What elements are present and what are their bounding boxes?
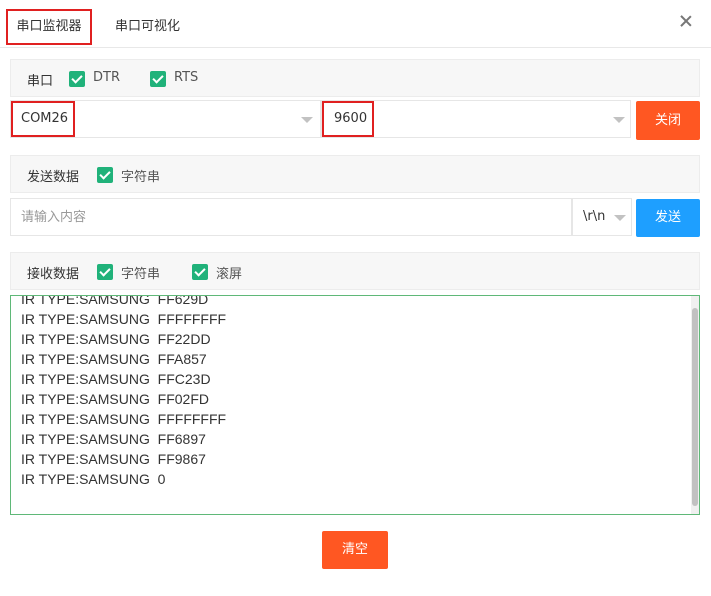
scroll-checkbox[interactable]: [192, 264, 208, 280]
clear-button[interactable]: 清空: [322, 531, 388, 569]
scroll-label: 滚屏: [216, 267, 243, 282]
receive-line: IR TYPE:SAMSUNG FF629D: [21, 295, 209, 307]
baud-highlight: [322, 101, 374, 137]
send-title: 发送数据: [27, 170, 80, 185]
receive-line: IR TYPE:SAMSUNG FFFFFFFF: [21, 311, 227, 327]
line-ending-value: \r\n: [583, 209, 606, 224]
chevron-down-icon: [301, 117, 313, 123]
dtr-label: DTR: [93, 70, 120, 85]
send-input[interactable]: [10, 198, 572, 236]
line-ending-select[interactable]: \r\n: [572, 198, 632, 236]
close-port-button[interactable]: 关闭: [636, 101, 700, 140]
receive-line: IR TYPE:SAMSUNG FF6897: [21, 431, 206, 447]
receive-line: IR TYPE:SAMSUNG 0: [21, 471, 166, 487]
receive-line: IR TYPE:SAMSUNG FF22DD: [21, 331, 211, 347]
serial-title: 串口: [27, 74, 54, 89]
receive-line: IR TYPE:SAMSUNG FFA857: [21, 351, 207, 367]
port-highlight: [11, 101, 75, 137]
receive-title: 接收数据: [27, 267, 80, 282]
receive-line: IR TYPE:SAMSUNG FFC23D: [21, 371, 211, 387]
chevron-down-icon: [613, 117, 625, 123]
receive-line: IR TYPE:SAMSUNG FF02FD: [21, 391, 209, 407]
chevron-down-icon: [614, 215, 626, 221]
send-button[interactable]: 发送: [636, 199, 700, 237]
serial-header: 串口 DTR RTS: [10, 59, 700, 97]
dtr-checkbox[interactable]: [69, 71, 85, 87]
send-header: 发送数据 字符串: [10, 155, 700, 193]
scrollbar-thumb[interactable]: [692, 308, 698, 506]
rts-label: RTS: [174, 70, 199, 85]
send-string-checkbox[interactable]: [97, 167, 113, 183]
receive-line: IR TYPE:SAMSUNG FF9867: [21, 451, 206, 467]
close-icon[interactable]: [679, 14, 693, 28]
receive-header: 接收数据 字符串 滚屏: [10, 252, 700, 290]
send-string-label: 字符串: [121, 170, 161, 185]
rts-checkbox[interactable]: [150, 71, 166, 87]
tab-serial-visualize[interactable]: 串口可视化: [115, 8, 180, 46]
receive-string-label: 字符串: [121, 267, 161, 282]
receive-lines: IR TYPE:SAMSUNG FF629D IR TYPE:SAMSUNG F…: [21, 295, 227, 489]
tab-bar: 串口监视器 串口可视化: [0, 0, 711, 48]
receive-output[interactable]: IR TYPE:SAMSUNG FF629D IR TYPE:SAMSUNG F…: [10, 295, 700, 515]
receive-line: IR TYPE:SAMSUNG FFFFFFFF: [21, 411, 227, 427]
tab-serial-monitor[interactable]: 串口监视器: [6, 9, 92, 45]
receive-string-checkbox[interactable]: [97, 264, 113, 280]
